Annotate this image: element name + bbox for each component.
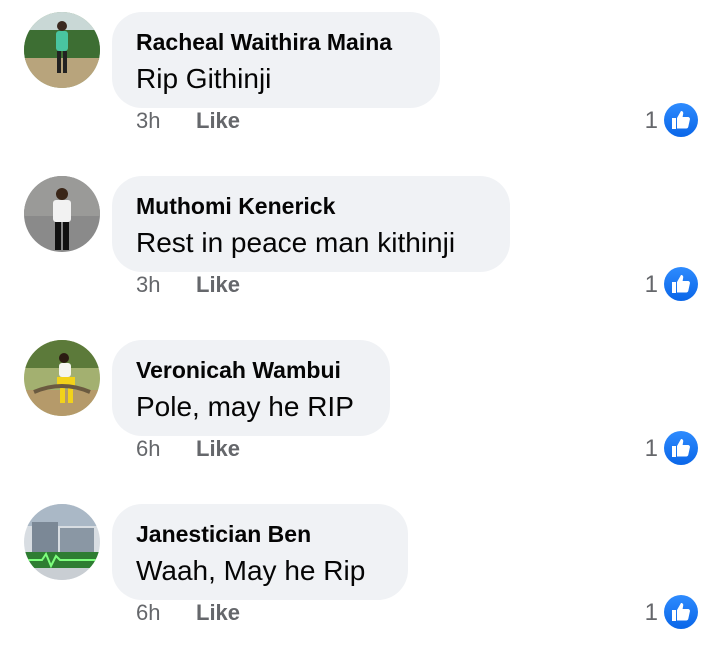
comment-timestamp[interactable]: 6h xyxy=(136,600,160,626)
thumbs-up-like-icon xyxy=(664,431,698,465)
reaction-count: 1 xyxy=(644,107,658,134)
comment-bubble: Janestician Ben Waah, May he Rip xyxy=(112,504,408,600)
comment-author[interactable]: Janestician Ben xyxy=(136,521,311,548)
comment-item: Racheal Waithira Maina Rip Githinji 3h L… xyxy=(0,0,720,164)
comment-bubble: Racheal Waithira Maina Rip Githinji xyxy=(112,12,440,108)
comment-author[interactable]: Veronicah Wambui xyxy=(136,357,341,384)
reaction-count: 1 xyxy=(644,599,658,626)
like-button[interactable]: Like xyxy=(196,600,240,626)
comment-timestamp[interactable]: 6h xyxy=(136,436,160,462)
comment-item: Muthomi Kenerick Rest in peace man kithi… xyxy=(0,164,720,328)
comment-timestamp[interactable]: 3h xyxy=(136,272,160,298)
thumbs-up-like-icon xyxy=(664,267,698,301)
comment-item: Janestician Ben Waah, May he Rip 6h Like… xyxy=(0,492,720,656)
thumbs-up-like-icon xyxy=(664,103,698,137)
avatar[interactable] xyxy=(24,176,100,252)
comment-text: Waah, May he Rip xyxy=(136,555,366,586)
comment-item: Veronicah Wambui Pole, may he RIP 6h Lik… xyxy=(0,328,720,492)
like-button[interactable]: Like xyxy=(196,272,240,298)
avatar[interactable] xyxy=(24,504,100,580)
comment-timestamp[interactable]: 3h xyxy=(136,108,160,134)
comment-author[interactable]: Racheal Waithira Maina xyxy=(136,29,392,56)
avatar[interactable] xyxy=(24,340,100,416)
comment-text: Rip Githinji xyxy=(136,63,272,94)
comment-bubble: Veronicah Wambui Pole, may he RIP xyxy=(112,340,390,436)
reaction-count: 1 xyxy=(644,435,658,462)
comment-text: Rest in peace man kithinji xyxy=(136,227,456,258)
comment-author[interactable]: Muthomi Kenerick xyxy=(136,193,335,220)
reaction-count: 1 xyxy=(644,271,658,298)
thumbs-up-like-icon xyxy=(664,595,698,629)
comment-bubble: Muthomi Kenerick Rest in peace man kithi… xyxy=(112,176,510,272)
like-button[interactable]: Like xyxy=(196,108,240,134)
like-button[interactable]: Like xyxy=(196,436,240,462)
comment-text: Pole, may he RIP xyxy=(136,391,354,422)
avatar[interactable] xyxy=(24,12,100,88)
